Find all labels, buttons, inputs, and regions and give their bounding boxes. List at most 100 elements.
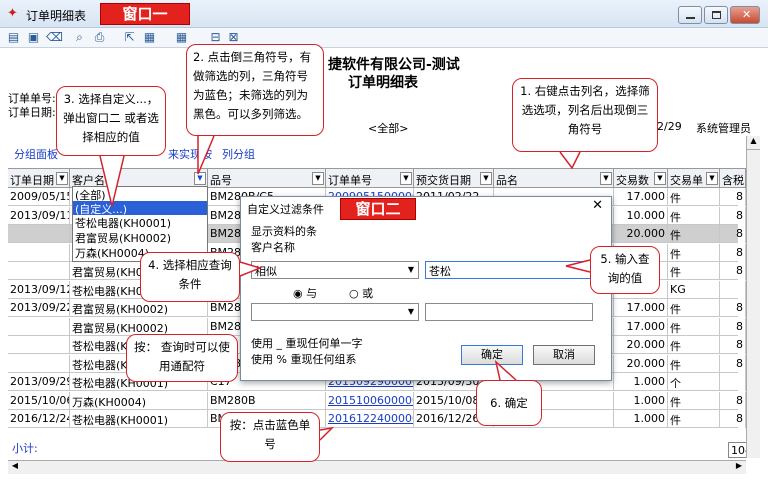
- app-logo-icon: ✦: [7, 6, 18, 21]
- table-cell-qty: 17.000: [614, 188, 668, 206]
- table-cell-date: [8, 336, 70, 354]
- export-icon[interactable]: ⇱: [122, 30, 137, 45]
- table-row[interactable]: 2015/10/06万森(KH0004)BM280B20151006000001…: [8, 391, 746, 410]
- ok-button[interactable]: 确定: [461, 345, 523, 365]
- table-cell-qty: 20.000: [614, 225, 668, 243]
- table-cell-date: [8, 225, 70, 243]
- operator-select-2[interactable]: ▼: [251, 303, 419, 321]
- dropdown-item-cangsong[interactable]: 苍松电器(KH0001): [73, 215, 207, 230]
- table-row[interactable]: 2016/12/24苍松电器(KH0001)BM2016122400000120…: [8, 410, 746, 428]
- table-cell-qty: 1.000: [614, 373, 668, 391]
- table-cell-order[interactable]: 20161224000001: [326, 410, 414, 428]
- dropdown-item-all[interactable]: (全部): [73, 187, 207, 202]
- print-icon[interactable]: ⎙: [92, 30, 107, 45]
- chevron-down-icon[interactable]: ▼: [56, 172, 68, 185]
- group-panel-link[interactable]: 分组面板: [14, 146, 58, 162]
- filter-value-input-2[interactable]: [425, 303, 593, 321]
- scroll-left-button[interactable]: ◀: [8, 461, 22, 474]
- col-tax[interactable]: 含税: [720, 169, 746, 189]
- table-cell-qty: 20.000: [614, 336, 668, 354]
- field-name-label: 客户名称: [251, 241, 295, 254]
- table-cell-qty: 1.000: [614, 391, 668, 410]
- maximize-button[interactable]: [704, 6, 728, 24]
- table-cell-date: [8, 243, 70, 262]
- horizontal-scrollbar[interactable]: ◀ ▶: [8, 460, 746, 474]
- table-cell-date: 2013/09/22: [8, 299, 70, 317]
- report-title: 订单明细表: [348, 75, 418, 91]
- chevron-down-icon: ▼: [407, 307, 414, 316]
- cancel-button[interactable]: 取消: [533, 345, 595, 365]
- close-button[interactable]: ✕: [730, 6, 760, 24]
- table-cell-tax: 8: [720, 206, 746, 225]
- group-hint-link[interactable]: 来实现按: [168, 146, 212, 162]
- callout-step-1: 1. 右键点击列名，选择筛选选项，列名后出现倒三角符号: [512, 78, 658, 152]
- open-icon[interactable]: ▤: [6, 30, 21, 45]
- user-name: 系统管理员: [696, 122, 751, 135]
- table-cell-unit: 件: [668, 225, 720, 243]
- chevron-down-icon[interactable]: ▼: [480, 172, 492, 185]
- group-hint-link-2[interactable]: 列分组: [222, 146, 255, 162]
- table-cell-cust: 君富贸易(KH0002): [70, 317, 208, 336]
- col-part-no[interactable]: 品号 ▼: [208, 169, 326, 189]
- col-product-name[interactable]: 品名 ▼: [494, 169, 614, 189]
- callout-step-5: 5. 输入查询的值: [590, 246, 660, 294]
- col-unit[interactable]: 交易单 ▼: [668, 169, 720, 189]
- dropdown-item-custom[interactable]: (自定义...): [73, 201, 207, 216]
- callout-blue-order: 按：点击蓝色单号: [220, 412, 320, 462]
- table-cell-unit: 件: [668, 188, 720, 206]
- table-cell-date: 2013/09/29: [8, 373, 70, 391]
- minimize-button[interactable]: [678, 6, 702, 24]
- table-cell-tax: [720, 280, 746, 299]
- table-cell-part: BM280B: [208, 391, 326, 410]
- table-cell-unit: KG: [668, 280, 720, 299]
- or-radio[interactable]: ○ 或: [349, 285, 373, 301]
- chevron-down-icon[interactable]: ▼: [706, 172, 718, 185]
- table-cell-unit: 个: [668, 373, 720, 391]
- table-cell-tax: 8: [720, 243, 746, 262]
- window-two-label: 窗口二: [340, 198, 416, 220]
- table-cell-qty: 17.000: [614, 317, 668, 336]
- dialog-title: 自定义过滤条件: [247, 203, 324, 216]
- dialog-close-button[interactable]: ✕: [592, 198, 603, 213]
- col-order-no[interactable]: 订单单号 ▼: [326, 169, 414, 189]
- table-cell-qty: 17.000: [614, 299, 668, 317]
- table-cell-unit: 件: [668, 317, 720, 336]
- toolbar: ▤ ▣ ⌫ ⌕ ⎙ ⇱ ▦ ▦ ⊟ ⊠: [0, 28, 768, 48]
- layout-icon[interactable]: ⊠: [226, 30, 241, 45]
- table-cell-tax: 8: [720, 299, 746, 317]
- chevron-down-icon[interactable]: ▼: [312, 172, 324, 185]
- scroll-right-button[interactable]: ▶: [732, 461, 746, 474]
- dropdown-item-junfu[interactable]: 君富贸易(KH0002): [73, 230, 207, 245]
- vertical-scrollbar[interactable]: ▲: [746, 136, 760, 458]
- table-cell-date: 2013/09/12: [8, 280, 70, 299]
- show-records-label: 显示资料的条: [251, 225, 317, 238]
- arrow-step-1: [559, 151, 581, 170]
- filter-icon[interactable]: ⊟: [208, 30, 223, 45]
- arrow-blue-order: [319, 426, 335, 441]
- window-title: 订单明细表: [26, 9, 87, 23]
- table-cell-order[interactable]: 20151006000001: [326, 391, 414, 410]
- and-radio[interactable]: ◉ 与: [293, 285, 317, 301]
- filter-value-input-1[interactable]: 苍松: [425, 261, 593, 279]
- table-cell-unit: 件: [668, 354, 720, 373]
- table-cell-unit: 件: [668, 299, 720, 317]
- chevron-down-icon[interactable]: ▼: [600, 172, 612, 185]
- search-icon[interactable]: ⌕: [72, 30, 87, 45]
- table-cell-tax: [720, 373, 746, 391]
- chevron-down-icon[interactable]: ▼: [654, 172, 666, 185]
- col-qty[interactable]: 交易数 ▼: [614, 169, 668, 189]
- delete-icon[interactable]: ⌫: [46, 30, 63, 45]
- scroll-up-button[interactable]: ▲: [747, 136, 760, 150]
- chevron-down-icon[interactable]: ▼: [400, 172, 412, 185]
- operator-select-1[interactable]: 相似 ▼: [251, 261, 419, 279]
- col-due-date[interactable]: 预交货日期 ▼: [414, 169, 494, 189]
- col-order-date[interactable]: 订单日期 ▼: [8, 169, 70, 189]
- grid-icon[interactable]: ▦: [174, 30, 189, 45]
- chevron-down-icon[interactable]: ▼: [194, 172, 206, 185]
- save-icon[interactable]: ▣: [26, 30, 41, 45]
- report-icon[interactable]: ▦: [142, 30, 157, 45]
- grid-header: 订单日期 ▼ 客户名称 ▼ 品号 ▼ 订单单号 ▼ 预交货日期 ▼ 品名 ▼ 交易数 ▼ 交易…: [8, 168, 760, 189]
- callout-step-3: 3. 选择自定义...，弹出窗口二 或者选择相应的值: [56, 86, 166, 156]
- table-cell-unit: 件: [668, 336, 720, 354]
- table-cell-tax: 8: [720, 262, 746, 280]
